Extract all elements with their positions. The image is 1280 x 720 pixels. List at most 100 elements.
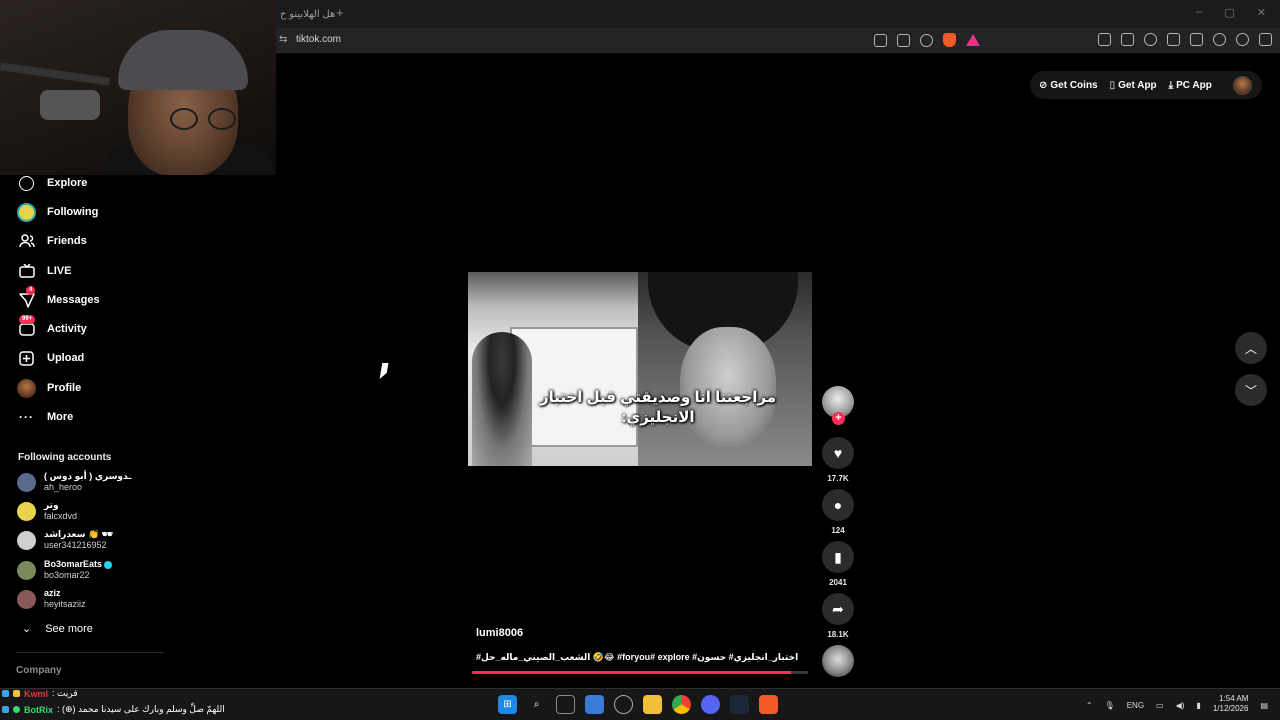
site-info-icon[interactable]: ⇆: [279, 34, 287, 45]
music-icon[interactable]: [1144, 33, 1157, 46]
chat-message: : (⊕) اللهمّ صلِّ وسلم وبارك على سيدنا م…: [57, 704, 225, 714]
sidebar-item-more[interactable]: ··· More: [17, 407, 73, 427]
pc-app-button[interactable]: ⤓ PC App: [1169, 80, 1212, 91]
file-explorer-icon[interactable]: [643, 695, 662, 714]
following-accounts-title: Following accounts: [18, 452, 112, 463]
chrome-icon[interactable]: [672, 695, 691, 714]
sidebar-item-profile[interactable]: Profile: [17, 378, 81, 398]
url-field[interactable]: tiktok.com: [296, 34, 341, 45]
video-username[interactable]: lumi8006: [476, 627, 523, 639]
browser-tab[interactable]: هل الهلابينو ح: [280, 4, 335, 24]
follow-button[interactable]: +: [832, 412, 845, 425]
following-account[interactable]: ـدوسري ( أبو دوس ) ah_heroo: [17, 469, 131, 495]
sidebar-item-activity[interactable]: 99+ Activity: [17, 314, 87, 339]
network-icon[interactable]: ▭: [1156, 701, 1164, 710]
translate-icon[interactable]: [1121, 33, 1134, 46]
video-player[interactable]: مراجعتنا انا وصديقتي قبل اختبار الانجليز…: [468, 272, 812, 466]
volume-icon[interactable]: ◀): [1176, 701, 1185, 710]
obs-icon[interactable]: [614, 695, 633, 714]
see-more-label: See more: [45, 622, 93, 635]
brave-icon[interactable]: [759, 695, 778, 714]
comment-icon: ●: [833, 497, 843, 513]
compass-icon: [17, 174, 36, 193]
following-account[interactable]: Bo3omarEats bo3omar22: [17, 557, 113, 583]
sidebar-item-messages[interactable]: 4 Messages: [17, 285, 100, 310]
discord-icon[interactable]: [701, 695, 720, 714]
minimize-button[interactable]: –: [1196, 6, 1202, 19]
maximize-button[interactable]: ▢: [1224, 6, 1234, 19]
like-count: 17.7K: [827, 474, 849, 483]
tab-title: هل الهلابينو ح: [280, 8, 336, 20]
see-more-button[interactable]: ⌄ See more: [22, 622, 93, 636]
start-menu-icon[interactable]: ⊞: [498, 695, 517, 714]
brave-shields-icon[interactable]: [943, 33, 956, 47]
following-account[interactable]: سعدراشد 👏 🕶 user341216952: [17, 527, 113, 553]
video-description: اختبار_انجليزي# حسون# foryou# explore# 😂…: [476, 652, 799, 662]
user-avatar[interactable]: [1233, 76, 1252, 95]
chevron-up-icon: ︿: [1244, 341, 1257, 356]
comment-count: 124: [831, 526, 845, 535]
sidebar-item-following[interactable]: Following: [17, 202, 98, 222]
music-disc[interactable]: [822, 645, 854, 677]
brave-rewards-icon[interactable]: [966, 34, 980, 46]
store-icon[interactable]: [585, 695, 604, 714]
get-coins-button[interactable]: ⊘ Get Coins: [1039, 80, 1098, 91]
search-icon[interactable]: ⌕: [527, 695, 546, 714]
sidebar-item-upload[interactable]: Upload: [17, 348, 84, 368]
account-username: ah_heroo: [44, 482, 83, 492]
previous-video-button[interactable]: ︿: [1235, 332, 1267, 364]
get-app-label: Get App: [1118, 79, 1157, 91]
get-app-button[interactable]: ▯ Get App: [1110, 80, 1157, 91]
account-name: aziz: [44, 588, 61, 598]
clock[interactable]: 1:54 AM 1/12/2026: [1213, 694, 1249, 714]
sidebar-item-explore[interactable]: Explore: [17, 173, 87, 193]
next-video-button[interactable]: ﹀: [1235, 374, 1267, 406]
bookmark-icon: ▮: [834, 548, 842, 565]
more-icon: ···: [19, 410, 34, 424]
coin-icon: ⊘: [1039, 79, 1048, 91]
following-account[interactable]: aziz heyitsaziiz: [17, 586, 86, 612]
save-button[interactable]: ▮: [822, 541, 854, 573]
webcam-overlay: [0, 0, 276, 175]
reader-off-icon[interactable]: [874, 33, 887, 47]
sidebar-item-friends[interactable]: Friends: [17, 231, 87, 251]
cast-icon[interactable]: [897, 33, 910, 47]
streamer-cap: [118, 30, 248, 90]
taskbar-apps: ⊞ ⌕: [498, 695, 778, 714]
new-tab-button[interactable]: +: [336, 5, 344, 20]
share-icon[interactable]: [920, 33, 933, 47]
company-link[interactable]: Company: [16, 665, 62, 676]
account-username: user341216952: [44, 540, 107, 550]
steam-icon[interactable]: [730, 695, 749, 714]
share-button[interactable]: ➦: [822, 593, 854, 625]
language-indicator[interactable]: ENG: [1127, 701, 1144, 710]
account-username: heyitsaziiz: [44, 599, 86, 609]
friends-icon: [17, 232, 36, 251]
tray-expand-icon[interactable]: ⌃: [1086, 701, 1093, 710]
menu-icon[interactable]: [1259, 33, 1272, 46]
leo-ai-icon[interactable]: [1213, 33, 1226, 46]
microphone-icon[interactable]: 🎙: [1105, 701, 1115, 710]
comment-button[interactable]: ●: [822, 489, 854, 521]
like-button[interactable]: ♥: [822, 437, 854, 469]
sidebar-item-label: Following: [47, 206, 99, 218]
task-view-icon[interactable]: [556, 695, 575, 714]
battery-icon[interactable]: ▮: [1196, 701, 1200, 710]
sidebar-item-live[interactable]: LIVE: [17, 261, 71, 281]
upload-icon: [17, 349, 36, 368]
following-account[interactable]: وتر falcxdvd: [17, 498, 77, 524]
account-username: bo3omar22: [44, 570, 90, 580]
vpn-icon[interactable]: [1236, 33, 1249, 46]
extensions-icon[interactable]: [1098, 33, 1111, 46]
wallet-icon[interactable]: [1190, 33, 1203, 46]
badge-icon: [13, 706, 20, 713]
share-count: 18.1K: [827, 630, 849, 639]
close-window-button[interactable]: ✕: [1257, 6, 1266, 19]
notification-icon[interactable]: ▤: [1260, 701, 1268, 710]
video-progress[interactable]: [472, 671, 808, 674]
heart-icon: ♥: [833, 445, 843, 461]
account-username: falcxdvd: [44, 511, 78, 521]
account-name: سعدراشد 👏 🕶: [44, 529, 114, 539]
sidebar-icon[interactable]: [1167, 33, 1180, 46]
chat-username: BotRix: [24, 704, 53, 715]
